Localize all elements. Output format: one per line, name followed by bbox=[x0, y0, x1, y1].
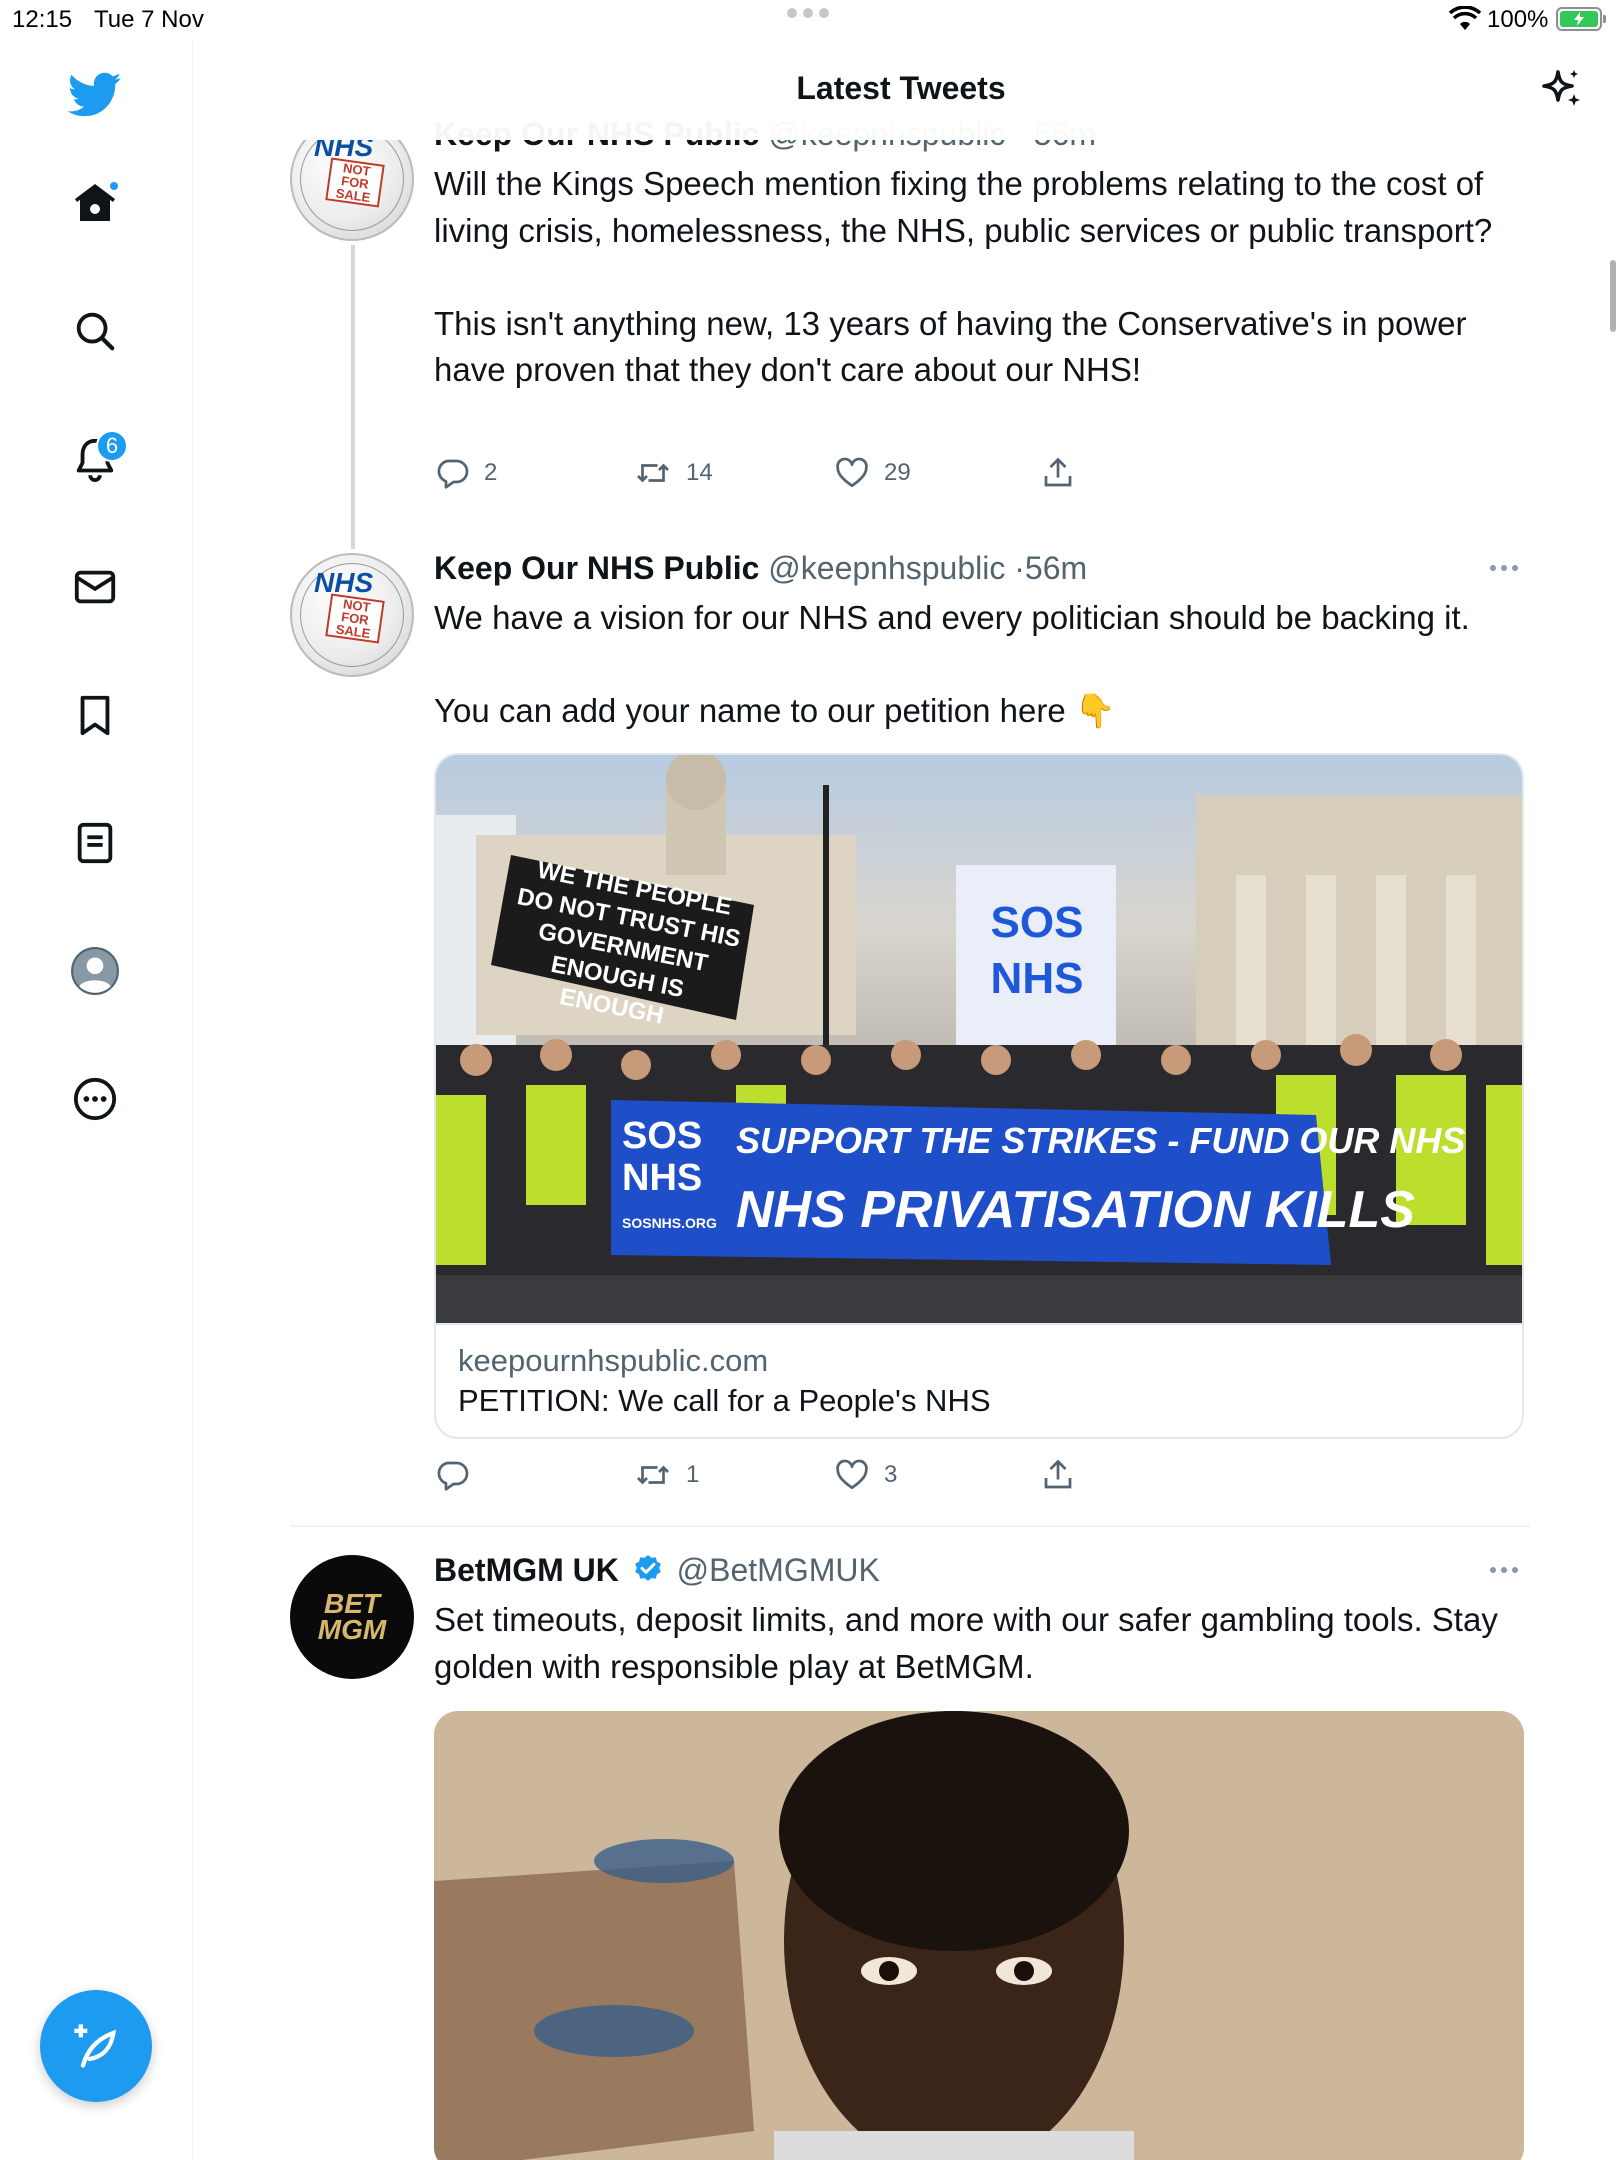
heart-icon bbox=[836, 457, 868, 488]
tweet-divider bbox=[290, 1525, 1530, 1527]
search-icon bbox=[76, 312, 115, 351]
tweet-header[interactable]: Keep Our NHS Public @keepnhspublic ·56m bbox=[434, 550, 1087, 587]
home-unread-dot bbox=[108, 180, 120, 192]
retweet-button[interactable]: 1 bbox=[634, 1455, 699, 1495]
top-header: Latest Tweets bbox=[194, 40, 1620, 140]
tweet-text: Will the Kings Speech mention fixing the… bbox=[434, 165, 1493, 388]
retweet-icon bbox=[637, 1465, 669, 1485]
retweet-count: 14 bbox=[686, 459, 713, 486]
author-handle[interactable]: @keepnhspublic bbox=[768, 550, 1005, 586]
timeline: NHS NOT FOR SALE Keep Our NHS Public @ke… bbox=[194, 0, 1620, 2160]
twitter-logo-icon[interactable] bbox=[66, 66, 124, 124]
scrollbar[interactable] bbox=[1610, 260, 1616, 332]
heart-icon bbox=[836, 1459, 868, 1490]
reply-count: 2 bbox=[484, 459, 498, 486]
photo-sign-text: SOS NHS bbox=[990, 898, 1084, 1003]
feather-plus-icon bbox=[74, 2024, 116, 2068]
share-button[interactable] bbox=[1040, 1455, 1076, 1495]
nav-home[interactable] bbox=[66, 174, 124, 232]
protest-photo: WE THE PEOPLE DO NOT TRUST HIS GOVERNMEN… bbox=[436, 755, 1522, 1323]
verified-badge-icon bbox=[632, 1553, 664, 1593]
compose-tweet-button[interactable] bbox=[40, 1990, 152, 2102]
like-count: 3 bbox=[884, 1461, 898, 1488]
page-title: Latest Tweets bbox=[796, 70, 1006, 106]
share-button[interactable] bbox=[1040, 453, 1076, 493]
link-card-meta: keepournhspublic.com PETITION: We call f… bbox=[436, 1323, 1522, 1437]
author-handle[interactable]: @BetMGMUK bbox=[677, 1552, 880, 1588]
retweet-icon bbox=[637, 463, 669, 483]
like-button[interactable]: 29 bbox=[834, 453, 911, 493]
timeline-switch-button[interactable] bbox=[1534, 62, 1590, 118]
notifications-badge: 6 bbox=[96, 430, 128, 462]
tweet-actions: 1 3 bbox=[434, 1455, 1134, 1495]
nav-profile[interactable] bbox=[66, 942, 124, 1000]
tweet-header[interactable]: BetMGM UK @BetMGMUK bbox=[434, 1552, 880, 1593]
tweet-time[interactable]: 56m bbox=[1025, 550, 1087, 586]
reply-icon bbox=[437, 459, 469, 489]
nav-bookmarks[interactable] bbox=[66, 686, 124, 744]
author-name[interactable]: BetMGM UK bbox=[434, 1552, 619, 1588]
tweet-actions: 2 14 29 bbox=[434, 453, 1134, 493]
like-button[interactable]: 3 bbox=[834, 1455, 897, 1495]
mail-icon bbox=[74, 570, 116, 604]
author-name[interactable]: Keep Our NHS Public bbox=[434, 550, 759, 586]
retweet-button[interactable]: 14 bbox=[634, 453, 713, 493]
link-card[interactable]: WE THE PEOPLE DO NOT TRUST HIS GOVERNMEN… bbox=[434, 753, 1524, 1439]
share-icon bbox=[1044, 457, 1072, 487]
tweet-more-button[interactable] bbox=[1490, 558, 1530, 578]
profile-avatar-icon bbox=[71, 947, 119, 995]
ad-video-thumbnail[interactable] bbox=[434, 1711, 1524, 2160]
thread-connector bbox=[351, 245, 355, 549]
bookmark-icon bbox=[80, 695, 110, 736]
reply-icon bbox=[437, 1461, 469, 1491]
reply-button[interactable]: 2 bbox=[434, 453, 497, 493]
link-card-title: PETITION: We call for a People's NHS bbox=[458, 1383, 991, 1418]
photo-banner-logo: SOS NHS bbox=[622, 1115, 703, 1199]
nav-more[interactable] bbox=[66, 1070, 124, 1128]
share-icon bbox=[1044, 1459, 1072, 1489]
photo-banner-line1: SUPPORT THE STRIKES - FUND OUR NHS bbox=[736, 1120, 1466, 1161]
tweet-text: Set timeouts, deposit limits, and more w… bbox=[434, 1601, 1507, 1685]
avatar[interactable]: BET MGM bbox=[290, 1555, 414, 1679]
photo-banner-url: SOSNHS.ORG bbox=[622, 1215, 717, 1231]
avatar-logo-text: BET MGM bbox=[317, 1588, 387, 1645]
nav-notifications[interactable]: 6 bbox=[66, 430, 128, 488]
retweet-count: 1 bbox=[686, 1461, 700, 1488]
status-time: 12:15 bbox=[12, 6, 73, 33]
nav-messages[interactable] bbox=[66, 558, 124, 616]
sidebar: 6 bbox=[0, 40, 193, 2160]
link-card-domain: keepournhspublic.com bbox=[458, 1343, 769, 1378]
avatar[interactable]: NHS NOT FOR SALE bbox=[290, 553, 414, 677]
photo-banner-line2: NHS PRIVATISATION KILLS bbox=[736, 1181, 1415, 1239]
tweet-text: We have a vision for our NHS and every p… bbox=[434, 599, 1470, 729]
reply-button[interactable] bbox=[434, 1455, 484, 1495]
nav-lists[interactable] bbox=[66, 814, 124, 872]
sparkle-icon bbox=[1542, 70, 1580, 106]
list-icon bbox=[77, 822, 113, 864]
tweet-more-button[interactable] bbox=[1490, 1560, 1530, 1580]
nav-explore[interactable] bbox=[66, 302, 124, 360]
more-circle-icon bbox=[73, 1077, 117, 1121]
status-date: Tue 7 Nov bbox=[94, 6, 204, 33]
like-count: 29 bbox=[884, 459, 911, 486]
